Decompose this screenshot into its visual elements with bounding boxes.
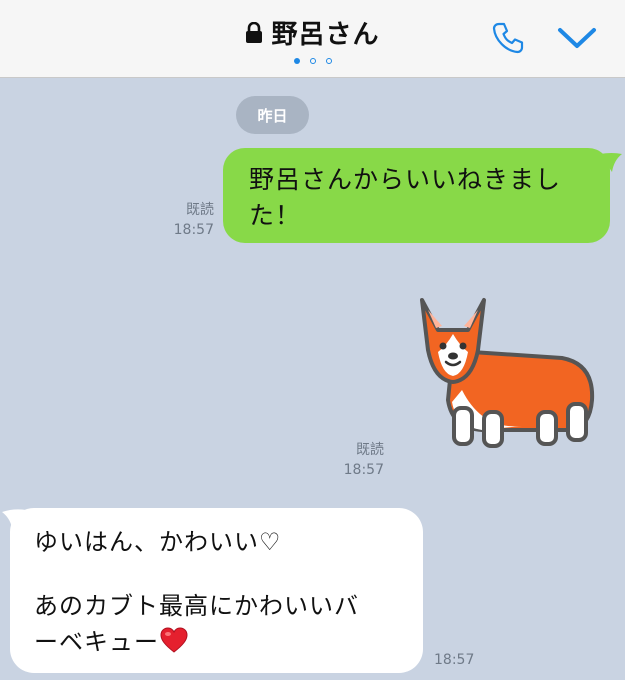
chevron-down-icon[interactable]	[556, 22, 598, 54]
lock-icon	[246, 21, 263, 43]
header-title-area: 野呂さん	[0, 14, 625, 50]
received-message-bubble[interactable]: ゆいはん、かわいい♡ あのカブト最高にかわいいバ ーベキュー	[10, 508, 423, 673]
date-separator: 昨日	[236, 96, 309, 134]
read-receipt: 既読	[186, 202, 214, 218]
page-indicator	[0, 58, 625, 64]
page-dot-1	[293, 58, 300, 64]
message-time: 18:57	[343, 462, 384, 478]
sent-message-bubble[interactable]: 野呂さんからいいねきまし た！	[223, 148, 610, 243]
page-dot-2	[309, 58, 316, 64]
header-title-group[interactable]: 野呂さん	[245, 14, 379, 51]
message-line: あのカブト最高にかわいいバ	[34, 592, 359, 620]
corgi-sticker-icon[interactable]	[412, 290, 602, 460]
page-dot-3	[325, 58, 332, 64]
message-meta: 既読 18:57	[334, 440, 384, 480]
message-meta: 既読 18:57	[166, 200, 214, 240]
message-time: 18:57	[434, 652, 475, 668]
message-line: ゆいはん、かわいい♡	[34, 528, 282, 556]
message-line-with-icon: ーベキュー	[34, 624, 407, 660]
message-time: 18:57	[173, 222, 214, 238]
message-line-text: ーベキュー	[34, 628, 159, 656]
message-line: た！	[249, 201, 302, 230]
chat-header: 野呂さん	[0, 0, 625, 78]
heart-icon	[160, 627, 188, 653]
read-receipt: 既読	[356, 442, 384, 458]
phone-icon[interactable]	[490, 20, 526, 56]
message-line: 野呂さんからいいねきまし	[249, 165, 562, 194]
chat-title: 野呂さん	[271, 20, 380, 50]
